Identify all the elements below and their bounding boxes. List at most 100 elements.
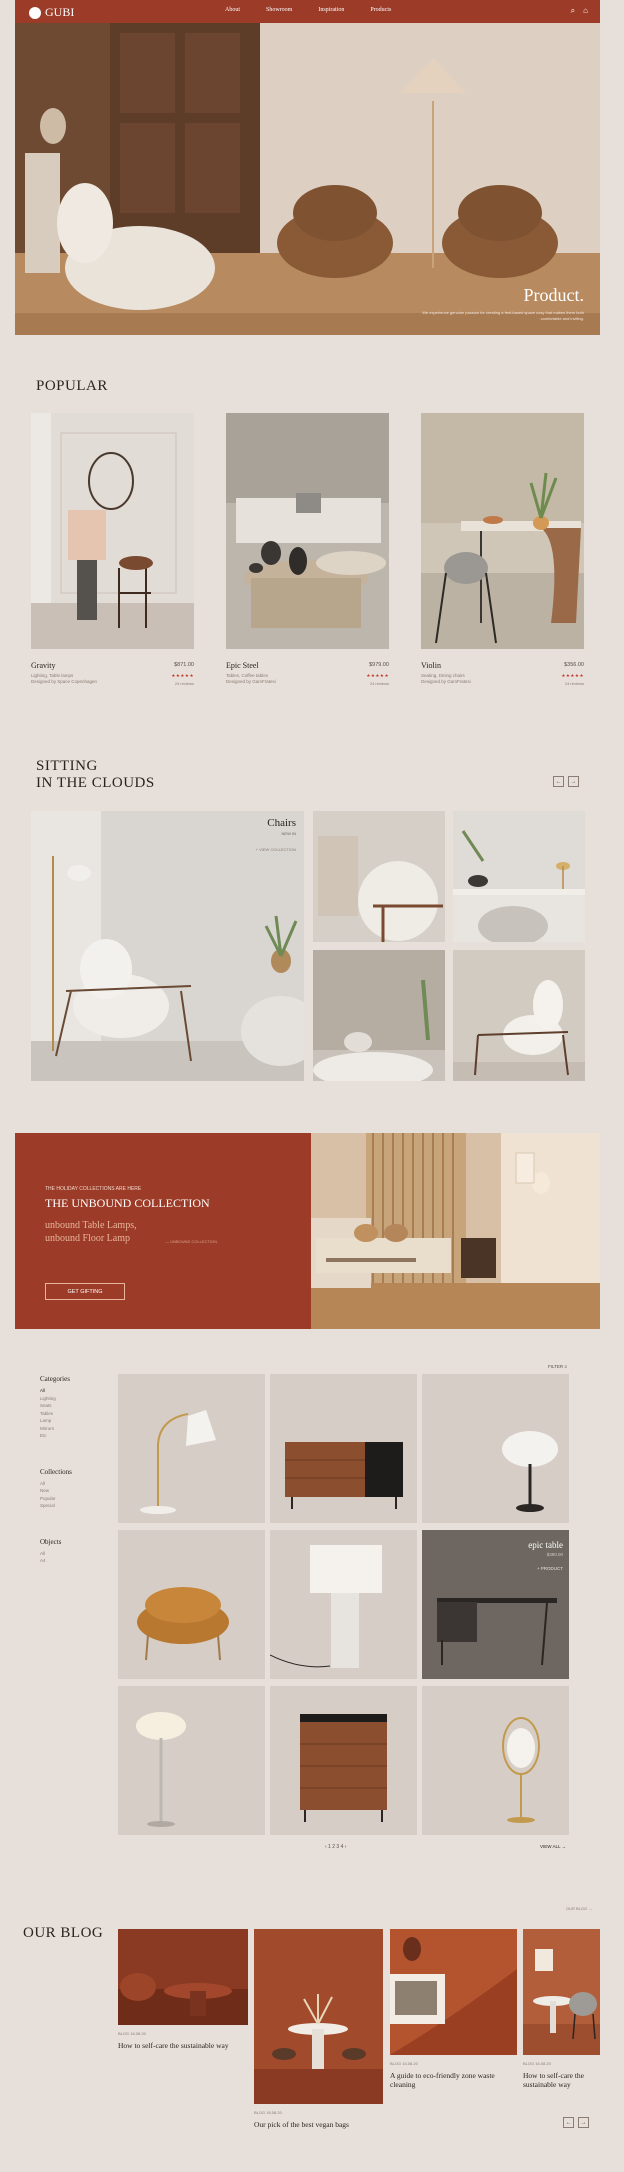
feature-title: Chairs bbox=[267, 817, 296, 829]
object-a4[interactable]: A4 bbox=[40, 1557, 72, 1565]
product-image[interactable] bbox=[421, 413, 584, 649]
feature-subtitle: NEW IN bbox=[281, 831, 296, 836]
nav-products[interactable]: Products bbox=[370, 7, 391, 13]
product-image[interactable] bbox=[226, 413, 389, 649]
category-all[interactable]: All bbox=[40, 1387, 72, 1395]
product-tile-epic-table[interactable]: epic table $390.00 + PRODUCT bbox=[422, 1530, 569, 1679]
blog-prev-button[interactable]: ← bbox=[563, 2117, 574, 2128]
category-lamp[interactable]: Lamp bbox=[40, 1417, 72, 1425]
product-tile-wall-lamp[interactable] bbox=[118, 1374, 265, 1523]
product-tile-mushroom-lamp[interactable] bbox=[118, 1686, 265, 1835]
category-seats[interactable]: Seats bbox=[40, 1402, 72, 1410]
product-tile-dresser[interactable] bbox=[270, 1686, 417, 1835]
top-navbar: GUBI About Showroom Inspiration Products… bbox=[15, 0, 600, 23]
brand-name: GUBI bbox=[45, 5, 75, 19]
pagination[interactable]: ‹ 1 2 3 4 › bbox=[325, 1844, 346, 1850]
unbound-collection-banner: THE HOLIDAY COLLECTIONS ARE HERE THE UNB… bbox=[15, 1133, 600, 1329]
product-tile-sideboard[interactable] bbox=[270, 1374, 417, 1523]
category-tables[interactable]: Tables bbox=[40, 1410, 72, 1418]
blog-post-title[interactable]: Our pick of the best vegan bags bbox=[254, 2120, 383, 2129]
product-name[interactable]: Violin bbox=[421, 661, 441, 670]
blog-post-date: BLOG 16.08.20 bbox=[118, 2031, 146, 2036]
banner-title: THE UNBOUND COLLECTION bbox=[45, 1196, 210, 1210]
product-tile-table-lamp[interactable] bbox=[422, 1374, 569, 1523]
category-mirrors[interactable]: Mirrors bbox=[40, 1425, 72, 1433]
product-designer: Designed by GamFratesi bbox=[421, 679, 471, 684]
blog-carousel-controls: ← → bbox=[563, 2117, 589, 2128]
clouds-heading: SITTING IN THE CLOUDS bbox=[36, 758, 155, 792]
clouds-feature-tile[interactable]: Chairs NEW IN + VIEW COLLECTION bbox=[31, 811, 304, 1081]
clouds-tile[interactable] bbox=[313, 811, 445, 942]
brand-logo[interactable]: GUBI bbox=[29, 5, 74, 20]
review-count: 24 reviews bbox=[174, 681, 194, 686]
product-designer: Designed by Space Copenhagen bbox=[31, 679, 98, 684]
product-name[interactable]: Epic Steel bbox=[226, 661, 259, 670]
rating-stars: ★★★★★ bbox=[366, 673, 389, 678]
get-gifting-button[interactable]: GET GIFTING bbox=[45, 1283, 125, 1300]
object-all[interactable]: All bbox=[40, 1550, 72, 1558]
blog-next-button[interactable]: → bbox=[578, 2117, 589, 2128]
blog-post-title[interactable]: A guide to eco-friendly zone waste clean… bbox=[390, 2071, 517, 2089]
categories-heading: Categories bbox=[40, 1375, 70, 1383]
banner-eyebrow: THE HOLIDAY COLLECTIONS ARE HERE bbox=[45, 1186, 142, 1192]
view-all-link[interactable]: VIEW ALL → bbox=[540, 1844, 566, 1849]
categories-list: All Lighting Seats Tables Lamp Mirrors E… bbox=[40, 1387, 72, 1440]
highlight-link[interactable]: + PRODUCT bbox=[537, 1566, 563, 1571]
product-price: $871.00 bbox=[174, 662, 194, 668]
product-meta: Tables, Coffee tables Designed by GamFra… bbox=[226, 673, 276, 685]
product-card-epic-steel[interactable]: Epic Steel $979.00 Tables, Coffee tables… bbox=[226, 413, 389, 686]
product-tile-lounge-chair[interactable] bbox=[118, 1530, 265, 1679]
blog-post-image[interactable] bbox=[523, 1929, 600, 2055]
category-etc[interactable]: Etc bbox=[40, 1432, 72, 1440]
review-count: 24 reviews bbox=[564, 681, 584, 686]
blog-post-image[interactable] bbox=[118, 1929, 248, 2025]
product-price: $356.00 bbox=[564, 662, 584, 668]
blog-post-image[interactable] bbox=[254, 1929, 383, 2104]
banner-line2: unbound Floor Lamp bbox=[45, 1233, 130, 1244]
blog-top-link[interactable]: OUR BLOG → bbox=[566, 1906, 592, 1911]
product-card-gravity[interactable]: Gravity $871.00 Lighting, Table lamps De… bbox=[31, 413, 194, 686]
blog-post-date: BLOG 16.08.20 bbox=[390, 2061, 418, 2066]
product-card-violin[interactable]: Violin $356.00 Seating, Dining chairs De… bbox=[421, 413, 584, 686]
carousel-prev-button[interactable]: ← bbox=[553, 776, 564, 787]
popular-heading: POPULAR bbox=[36, 378, 108, 394]
highlight-title: epic table bbox=[528, 1540, 563, 1550]
bag-icon[interactable]: ⌂ bbox=[583, 6, 588, 16]
carousel-next-button[interactable]: → bbox=[568, 776, 579, 787]
filter-button[interactable]: FILTER ≡ bbox=[548, 1364, 567, 1369]
nav-about[interactable]: About bbox=[225, 7, 240, 13]
product-designer: Designed by GamFratesi bbox=[226, 679, 276, 684]
highlight-price: $390.00 bbox=[546, 1552, 563, 1557]
blog-post[interactable]: BLOG 16.08.20 How to self-care the susta… bbox=[523, 1929, 600, 2089]
search-icon[interactable]: ⌕ bbox=[571, 6, 575, 16]
blog-post[interactable]: BLOG 16.08.20 A guide to eco-friendly zo… bbox=[390, 1929, 517, 2089]
collections-list: All New Popular Special bbox=[40, 1480, 72, 1510]
feature-link[interactable]: + VIEW COLLECTION bbox=[256, 847, 296, 852]
blog-post-title[interactable]: How to self-care the sustainable way bbox=[118, 2041, 248, 2050]
collection-all[interactable]: All bbox=[40, 1480, 72, 1488]
collection-special[interactable]: Special bbox=[40, 1502, 72, 1510]
product-tile-floor-lamp[interactable] bbox=[270, 1530, 417, 1679]
clouds-heading-line2: IN THE CLOUDS bbox=[36, 775, 155, 791]
nav-inspiration[interactable]: Inspiration bbox=[318, 7, 344, 13]
collection-popular[interactable]: Popular bbox=[40, 1495, 72, 1503]
clouds-tile[interactable] bbox=[453, 950, 585, 1081]
banner-lines: unbound Table Lamps, unbound Floor Lamp bbox=[45, 1219, 137, 1245]
clouds-tile[interactable] bbox=[313, 950, 445, 1081]
product-image[interactable] bbox=[31, 413, 194, 649]
clouds-tile[interactable] bbox=[453, 811, 585, 942]
category-lighting[interactable]: Lighting bbox=[40, 1395, 72, 1403]
banner-line1: unbound Table Lamps, bbox=[45, 1220, 137, 1231]
clouds-carousel-controls: ← → bbox=[553, 776, 579, 787]
objects-heading: Objects bbox=[40, 1537, 62, 1546]
blog-post[interactable]: BLOG 16.08.20 How to self-care the susta… bbox=[118, 1929, 248, 2050]
product-name[interactable]: Gravity bbox=[31, 661, 55, 670]
blog-post[interactable]: BLOG 16.08.20 Our pick of the best vegan… bbox=[254, 1929, 383, 2129]
product-tile-wall-light[interactable] bbox=[422, 1686, 569, 1835]
collection-new[interactable]: New bbox=[40, 1487, 72, 1495]
blog-post-title[interactable]: How to self-care the sustainable way bbox=[523, 2071, 600, 2089]
clouds-heading-line1: SITTING bbox=[36, 758, 98, 774]
nav-showroom[interactable]: Showroom bbox=[266, 7, 292, 13]
blog-post-image[interactable] bbox=[390, 1929, 517, 2055]
collections-heading: Collections bbox=[40, 1467, 72, 1476]
